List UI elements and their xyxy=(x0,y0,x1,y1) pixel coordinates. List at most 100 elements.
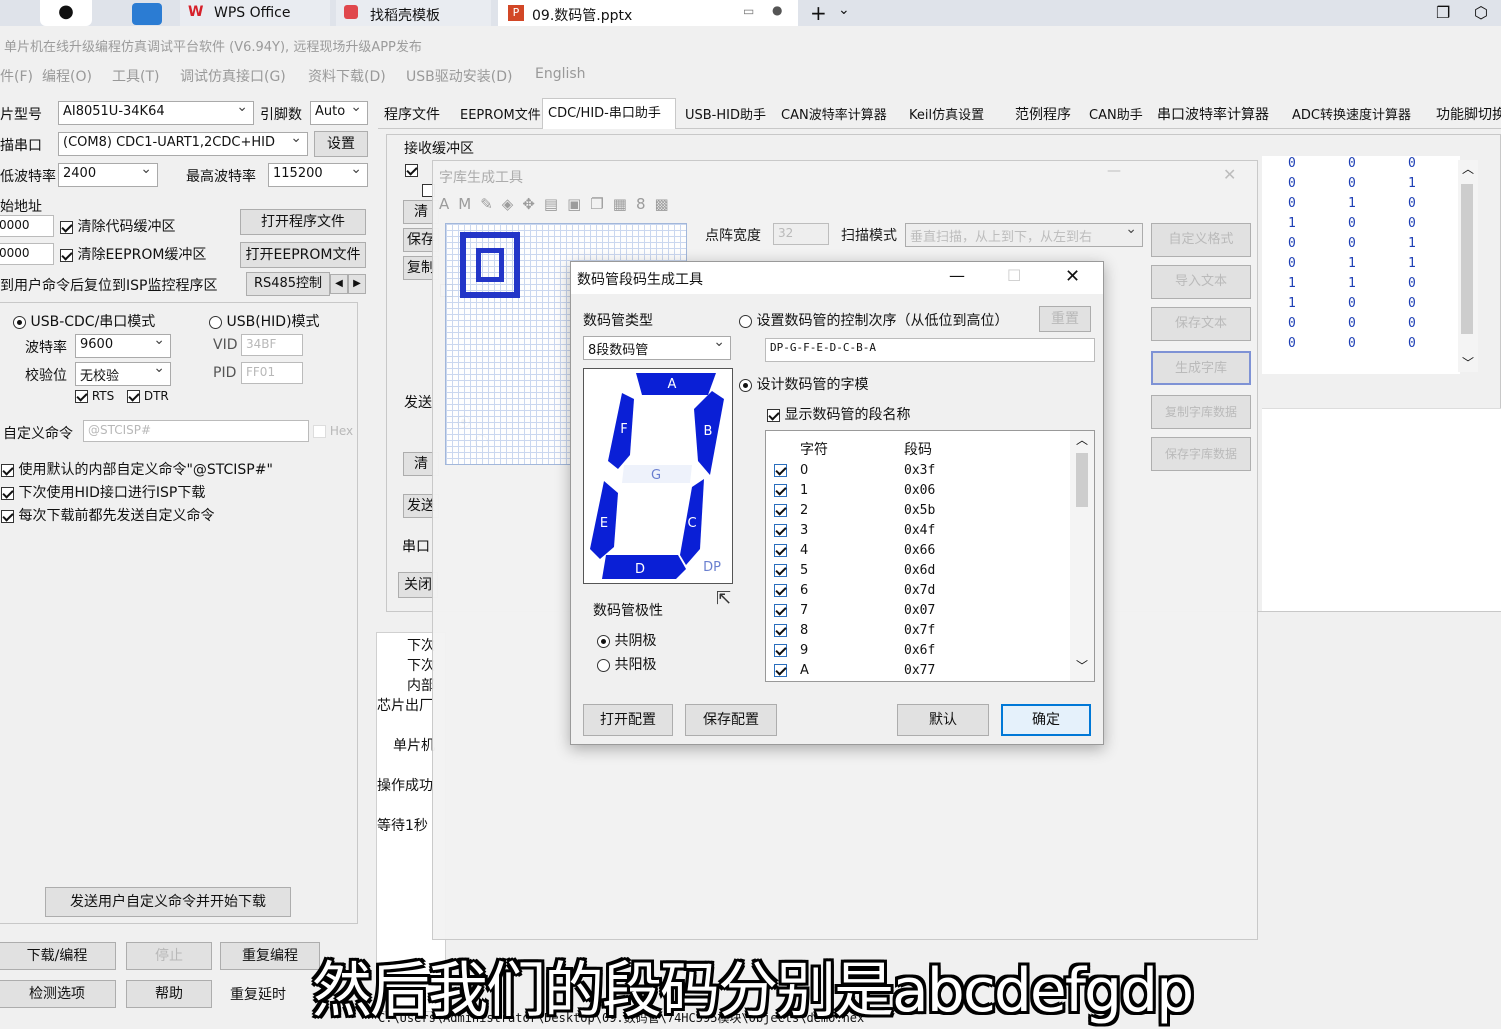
code-row[interactable]: 2 0x5b xyxy=(766,501,1066,521)
design-option[interactable]: 设计数码管的字模 xyxy=(739,374,868,394)
code-row-checkbox[interactable] xyxy=(774,604,787,617)
opt-hid-isp[interactable]: 下次使用HID接口进行ISP下载 xyxy=(1,482,205,502)
menu-program[interactable]: 编程(O) xyxy=(42,66,92,86)
opt-default-cmd[interactable]: 使用默认的内部自定义命令"@STCISP#" xyxy=(1,459,273,479)
font-tool-btn[interactable]: 复制字库数据 xyxy=(1151,395,1251,429)
new-tab-button[interactable]: + xyxy=(810,1,827,25)
custom-cmd-input[interactable]: @STCISP# xyxy=(83,420,309,442)
rts-option[interactable]: RTS xyxy=(75,389,114,403)
menu-english[interactable]: English xyxy=(535,66,586,82)
port-select[interactable]: (COM8) CDC1-UART1,2CDC+HID xyxy=(58,130,308,156)
code-row-checkbox[interactable] xyxy=(774,644,787,657)
arrow-left-icon[interactable]: ◀ xyxy=(330,274,348,294)
clear-code-checkbox[interactable] xyxy=(60,220,73,234)
folder-icon[interactable]: ▤ xyxy=(544,195,567,213)
code-row-checkbox[interactable] xyxy=(774,544,787,557)
code-row[interactable]: 3 0x4f xyxy=(766,521,1066,541)
cathode-radio[interactable] xyxy=(597,634,610,648)
code-row-checkbox[interactable] xyxy=(774,624,787,637)
type-select[interactable]: 8段数码管 xyxy=(583,334,731,360)
dtr-option[interactable]: DTR xyxy=(127,389,169,403)
cube-icon[interactable]: ⬡ xyxy=(1474,3,1488,22)
tab-program-file[interactable]: 程序文件 xyxy=(384,104,440,124)
hex-checkbox[interactable] xyxy=(313,425,326,438)
clear-code-option[interactable]: 清除代码缓冲区 xyxy=(60,216,175,236)
settings-button[interactable]: 设置 xyxy=(314,131,368,157)
copy-icon[interactable]: ❐ xyxy=(590,195,612,213)
tab-keil-settings[interactable]: Keil仿真设置 xyxy=(909,104,984,123)
scroll-thumb[interactable] xyxy=(1461,184,1473,334)
chevron-down-icon[interactable]: ⌄ xyxy=(838,2,850,18)
mode-hid-radio[interactable] xyxy=(209,315,222,329)
digit-icon[interactable]: 8 xyxy=(636,195,655,213)
help-button[interactable]: 帮助 xyxy=(126,980,212,1008)
menu-file[interactable]: 件(F) xyxy=(0,66,33,86)
low-baud-select[interactable]: 2400 xyxy=(58,161,158,187)
matrix-scrollbar[interactable]: ︿ ﹀ xyxy=(1458,160,1478,372)
hex-option[interactable]: Hex xyxy=(313,424,353,438)
close-icon[interactable]: ✕ xyxy=(1223,165,1236,184)
code-row[interactable]: 7 0x07 xyxy=(766,601,1066,621)
code-row[interactable]: 6 0x7d xyxy=(766,581,1066,601)
pid-input[interactable]: FF01 xyxy=(241,362,303,384)
open-program-button[interactable]: 打开程序文件 xyxy=(240,209,366,235)
move-icon[interactable]: ✥ xyxy=(522,195,544,213)
open-config-button[interactable]: 打开配置 xyxy=(583,704,673,736)
code-row[interactable]: 9 0x6f xyxy=(766,641,1066,661)
show-names-option[interactable]: 显示数码管的段名称 xyxy=(767,404,910,424)
font-a-icon[interactable]: A xyxy=(439,195,458,213)
qq-icon[interactable]: ● xyxy=(40,0,92,26)
matrix-icon[interactable]: ▩ xyxy=(654,195,677,213)
font-tool-btn[interactable]: 自定义格式 xyxy=(1151,223,1251,257)
anode-option[interactable]: 共阳极 xyxy=(597,654,656,674)
close-icon[interactable]: ✕ xyxy=(1065,266,1080,287)
stop-button[interactable]: 停止 xyxy=(126,942,212,970)
font-tool-btn[interactable]: 导入文本 xyxy=(1151,265,1251,299)
window-restore-icon[interactable]: ❐ xyxy=(1436,3,1450,22)
code-row-checkbox[interactable] xyxy=(774,524,787,537)
code-row-checkbox[interactable] xyxy=(774,664,787,677)
tab-usb-hid[interactable]: USB-HID助手 xyxy=(685,104,766,123)
save-icon[interactable]: ▣ xyxy=(567,195,590,213)
monitor-icon[interactable]: ▭ xyxy=(743,4,754,18)
code-row[interactable]: 0 0x3f xyxy=(766,461,1066,481)
grid-icon[interactable]: ▦ xyxy=(613,195,636,213)
minimize-icon[interactable]: — xyxy=(1107,163,1121,179)
clear-eeprom-checkbox[interactable] xyxy=(60,248,73,262)
code-row[interactable]: A 0x77 xyxy=(766,661,1066,681)
code-row[interactable]: 1 0x06 xyxy=(766,481,1066,501)
anode-radio[interactable] xyxy=(597,658,610,672)
design-radio[interactable] xyxy=(739,378,752,392)
tab-adc-speed[interactable]: ADC转换速度计算器 xyxy=(1292,104,1411,123)
opt-hid-isp-checkbox[interactable] xyxy=(1,486,14,500)
taskbar-tab-pptx[interactable]: P 09.数码管.pptx ▭ ● xyxy=(498,0,798,26)
minimize-icon[interactable]: — xyxy=(949,266,965,285)
tab-pin-switch[interactable]: 功能脚切换 xyxy=(1436,104,1501,124)
menu-tools[interactable]: 工具(T) xyxy=(112,66,159,86)
pencil-icon[interactable]: ✎ xyxy=(480,195,502,213)
taskbar-tab-wps[interactable]: W WPS Office xyxy=(180,0,330,26)
taskbar-tab-template[interactable]: 找稻壳模板 xyxy=(336,0,491,26)
menu-downloads[interactable]: 资料下载(D) xyxy=(308,66,386,86)
reprogram-button[interactable]: 重复编程 xyxy=(220,942,320,970)
code-row[interactable]: 8 0x7f xyxy=(766,621,1066,641)
code-addr-input[interactable]: 0000 xyxy=(0,215,54,237)
tab-cdc-hid-serial[interactable]: CDC/HID-串口助手 xyxy=(548,102,661,121)
rs485-button[interactable]: RS485控制 xyxy=(246,272,330,296)
code-row-checkbox[interactable] xyxy=(774,464,787,477)
font-tool-btn[interactable]: 保存文本 xyxy=(1151,307,1251,341)
clear-eeprom-option[interactable]: 清除EEPROM缓冲区 xyxy=(60,244,206,264)
mode-cdc-radio[interactable] xyxy=(13,315,26,329)
segment-display[interactable]: A B C D E F G DP xyxy=(583,368,733,584)
dtr-checkbox[interactable] xyxy=(127,390,140,403)
mode-cdc-option[interactable]: USB-CDC/串口模式 xyxy=(13,311,155,331)
detect-options-button[interactable]: 检测选项 xyxy=(0,980,116,1008)
save-config-button[interactable]: 保存配置 xyxy=(685,704,777,736)
eeprom-addr-input[interactable]: 0000 xyxy=(0,243,54,265)
mode-hid-option[interactable]: USB(HID)模式 xyxy=(209,311,320,331)
pins-select[interactable]: Auto xyxy=(310,99,368,125)
ok-button[interactable]: 确定 xyxy=(1001,704,1091,736)
ctrl-order-radio[interactable] xyxy=(739,314,752,328)
fill-icon[interactable]: ◈ xyxy=(502,195,523,213)
send-download-button[interactable]: 发送用户自定义命令并开始下载 xyxy=(45,887,291,917)
